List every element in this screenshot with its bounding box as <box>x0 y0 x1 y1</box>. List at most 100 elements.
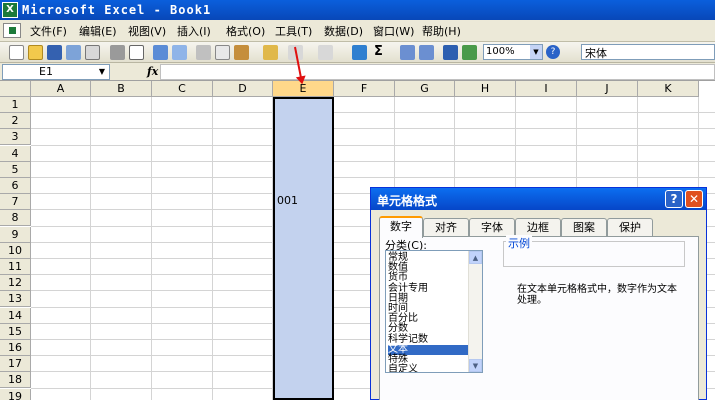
hyperlink-icon[interactable] <box>352 45 367 60</box>
row-header-4[interactable]: 4 <box>0 145 31 162</box>
row-gridline <box>31 144 715 146</box>
function-icon[interactable]: fx <box>147 65 158 78</box>
standard-toolbar: Σ 100% ▼ ? 宋体 <box>0 42 715 63</box>
selected-column-e[interactable] <box>273 97 334 400</box>
row-header-19[interactable]: 19 <box>0 388 31 400</box>
row-header-10[interactable]: 10 <box>0 242 31 259</box>
sample-box: 示例 <box>503 235 685 267</box>
row-gridline <box>31 177 715 178</box>
sort-descending-icon[interactable] <box>419 45 434 60</box>
font-select[interactable]: 宋体 <box>581 44 715 60</box>
dialog-close-button[interactable]: ✕ <box>685 190 703 208</box>
save-icon[interactable] <box>47 45 62 60</box>
row-header-15[interactable]: 15 <box>0 323 31 340</box>
print-preview-icon[interactable] <box>129 45 144 60</box>
row-header-17[interactable]: 17 <box>0 356 31 373</box>
row-header-14[interactable]: 14 <box>0 307 31 324</box>
column-gridline <box>151 97 152 400</box>
sample-label: 示例 <box>506 235 532 251</box>
column-header-h[interactable]: H <box>455 81 516 97</box>
research-icon[interactable] <box>172 45 187 60</box>
category-item[interactable]: 自定义 <box>388 365 470 372</box>
permission-icon[interactable] <box>66 45 81 60</box>
redo-icon[interactable] <box>318 45 333 60</box>
menu-view[interactable]: 视图(V) <box>128 23 166 39</box>
drawing-icon[interactable] <box>462 45 477 60</box>
spelling-icon[interactable] <box>153 45 168 60</box>
row-header-16[interactable]: 16 <box>0 340 31 356</box>
dialog-title: 单元格格式 <box>377 194 438 208</box>
column-gridline <box>212 97 213 400</box>
menu-help[interactable]: 帮助(H) <box>422 23 461 39</box>
excel-icon: X <box>2 2 18 18</box>
print-icon[interactable] <box>110 45 125 60</box>
row-header-9[interactable]: 9 <box>0 226 31 243</box>
autosum-icon[interactable]: Σ <box>374 45 389 60</box>
row-header-12[interactable]: 12 <box>0 275 31 292</box>
menu-data[interactable]: 数据(D) <box>324 23 363 39</box>
row-header-6[interactable]: 6 <box>0 178 31 194</box>
row-header-8[interactable]: 8 <box>0 210 31 227</box>
cut-icon[interactable] <box>196 45 211 60</box>
row-header-5[interactable]: 5 <box>0 161 31 178</box>
category-scrollbar[interactable]: ▲ ▼ <box>468 251 482 372</box>
menu-insert[interactable]: 插入(I) <box>177 23 211 39</box>
column-header-a[interactable]: A <box>31 81 91 97</box>
font-value: 宋体 <box>585 47 607 60</box>
column-header-i[interactable]: I <box>516 81 577 97</box>
scroll-down-icon[interactable]: ▼ <box>469 359 482 372</box>
name-box[interactable]: E1 ▼ <box>2 64 110 80</box>
chevron-down-icon[interactable]: ▼ <box>95 65 109 79</box>
window-title: Microsoft Excel - Book1 <box>22 3 212 17</box>
open-icon[interactable] <box>28 45 43 60</box>
scroll-up-icon[interactable]: ▲ <box>469 251 482 264</box>
row-header-11[interactable]: 11 <box>0 259 31 275</box>
paste-icon[interactable] <box>234 45 249 60</box>
row-header-2[interactable]: 2 <box>0 113 31 130</box>
column-header-d[interactable]: D <box>213 81 273 97</box>
zoom-select[interactable]: 100% ▼ <box>483 44 543 60</box>
column-header-j[interactable]: J <box>577 81 638 97</box>
row-gridline <box>31 160 715 162</box>
column-header-b[interactable]: B <box>91 81 152 97</box>
formula-input[interactable] <box>160 64 715 80</box>
row-header-18[interactable]: 18 <box>0 372 31 389</box>
tab-pattern[interactable]: 图案 <box>561 218 607 237</box>
copy-icon[interactable] <box>215 45 230 60</box>
title-bar: X Microsoft Excel - Book1 <box>0 0 715 20</box>
chevron-down-icon[interactable]: ▼ <box>530 45 542 59</box>
column-header-c[interactable]: C <box>152 81 213 97</box>
select-all-corner[interactable] <box>0 81 31 97</box>
row-header-13[interactable]: 13 <box>0 291 31 308</box>
formula-bar: E1 ▼ fx <box>0 63 715 81</box>
menu-edit[interactable]: 编辑(E) <box>79 23 117 39</box>
row-header-1[interactable]: 1 <box>0 97 31 113</box>
new-icon[interactable] <box>9 45 24 60</box>
name-box-value: E1 <box>39 65 53 78</box>
menu-bar: 文件(F) 编辑(E) 视图(V) 插入(I) 格式(O) 工具(T) 数据(D… <box>0 20 715 42</box>
category-list[interactable]: 常规 数值 货币 会计专用 日期 时间 百分比 分数 科学记数 文本 特殊 自定义 ▲ ▼ <box>385 250 483 373</box>
row-header-3[interactable]: 3 <box>0 129 31 146</box>
row-header-7[interactable]: 7 <box>0 194 31 211</box>
tab-alignment[interactable]: 对齐 <box>423 218 469 237</box>
dialog-help-button[interactable]: ? <box>665 190 683 208</box>
help-icon[interactable]: ? <box>546 45 560 59</box>
cell-e7[interactable]: 001 <box>277 194 298 207</box>
menu-tools[interactable]: 工具(T) <box>275 23 312 39</box>
tab-number[interactable]: 数字 <box>379 216 423 238</box>
column-header-g[interactable]: G <box>395 81 455 97</box>
column-header-k[interactable]: K <box>638 81 699 97</box>
format-painter-icon[interactable] <box>263 45 278 60</box>
tab-protection[interactable]: 保护 <box>607 218 653 237</box>
column-header-f[interactable]: F <box>334 81 395 97</box>
menu-format[interactable]: 格式(O) <box>226 23 265 39</box>
email-icon[interactable] <box>85 45 100 60</box>
chart-wizard-icon[interactable] <box>443 45 458 60</box>
menu-file[interactable]: 文件(F) <box>30 23 67 39</box>
category-description: 在文本单元格格式中，数字作为文本处理。 <box>517 284 677 306</box>
zoom-value: 100% <box>486 46 515 57</box>
menu-window[interactable]: 窗口(W) <box>373 23 414 39</box>
document-icon[interactable] <box>3 23 21 38</box>
sort-ascending-icon[interactable] <box>400 45 415 60</box>
column-gridline <box>90 97 91 400</box>
